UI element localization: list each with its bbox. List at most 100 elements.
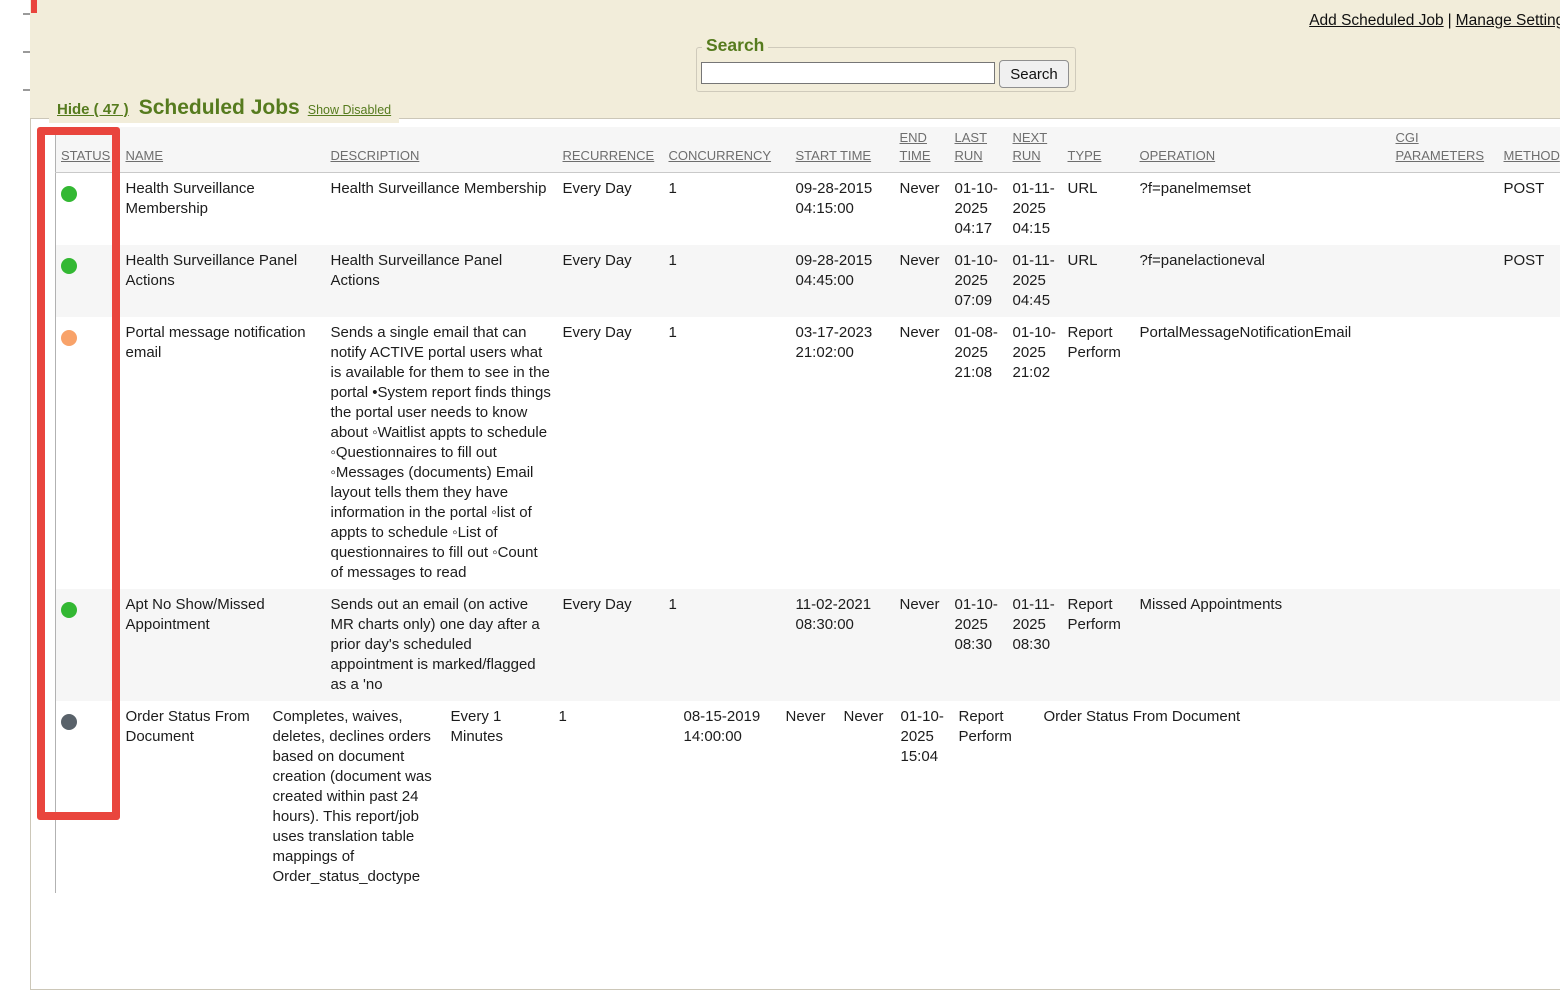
- cell-end_time: Never: [895, 173, 950, 246]
- col-header-status[interactable]: STATUS: [61, 148, 110, 163]
- col-header-operation[interactable]: OPERATION: [1140, 148, 1216, 163]
- cell-start_time: 09-28-2015 04:45:00: [791, 245, 895, 317]
- col-header-type[interactable]: TYPE: [1068, 148, 1102, 163]
- ruler-tick: [23, 89, 30, 91]
- cell-description: Sends out an email (on active MR charts …: [326, 589, 558, 701]
- cell-cgi_parameters: [1391, 589, 1499, 701]
- cell-concurrency: 1: [664, 245, 791, 317]
- col-header-last_run[interactable]: LAST RUN: [955, 130, 988, 163]
- status-dot-gray: [61, 714, 77, 730]
- cell-status: [56, 173, 121, 246]
- manage-settings-link[interactable]: Manage Settings: [1456, 12, 1560, 29]
- cell-recurrence: Every Day: [558, 245, 664, 317]
- cell-start_time: 08-15-2019 14:00:00: [679, 701, 781, 893]
- cell-start_time: 09-28-2015 04:15:00: [791, 173, 895, 246]
- annotation-top-mark: [31, 0, 37, 13]
- search-legend: Search: [702, 35, 768, 56]
- cell-method: POST: [1499, 245, 1560, 317]
- cell-description: Health Surveillance Membership: [326, 173, 558, 246]
- cell-status: [56, 589, 121, 701]
- cell-start_time: 03-17-2023 21:02:00: [791, 317, 895, 589]
- scheduled-jobs-panel: Hide ( 47 ) Scheduled Jobs Show Disabled…: [30, 118, 1560, 990]
- col-header-start_time[interactable]: START TIME: [796, 148, 872, 163]
- cell-end_time: Never: [895, 245, 950, 317]
- cell-concurrency: 1: [664, 317, 791, 589]
- cell-cgi_parameters: [1391, 317, 1499, 589]
- cell-operation: PortalMessageNotificationEmail: [1135, 317, 1391, 589]
- cell-method: [1499, 589, 1560, 701]
- cell-name: Health Surveillance Membership: [121, 173, 326, 246]
- table-row[interactable]: Apt No Show/Missed AppointmentSends out …: [56, 589, 1560, 701]
- search-button[interactable]: Search: [999, 60, 1069, 88]
- col-header-next_run[interactable]: NEXT RUN: [1013, 130, 1048, 163]
- cell-concurrency: 1: [664, 173, 791, 246]
- table-row[interactable]: Portal message notification emailSends a…: [56, 317, 1560, 589]
- status-dot-green: [61, 258, 77, 274]
- cell-last_run: 01-10-2025 07:09: [950, 245, 1008, 317]
- cell-name: Health Surveillance Panel Actions: [121, 245, 326, 317]
- col-header-method[interactable]: METHOD: [1504, 148, 1560, 163]
- table-header-row: STATUS NAME DESCRIPTION RECURRENCE CONCURREN…: [56, 127, 1560, 173]
- cell-operation: Order Status From Document: [1039, 701, 1514, 893]
- ruler-tick: [23, 13, 30, 15]
- cell-end_time: Never: [781, 701, 839, 893]
- cell-name: Portal message notification email: [121, 317, 326, 589]
- cell-recurrence: Every 1 Minutes: [446, 701, 554, 893]
- col-header-concurrency[interactable]: CONCURRENCY: [669, 148, 772, 163]
- cell-method: POST: [1499, 173, 1560, 246]
- cell-operation: ?f=panelactioneval: [1135, 245, 1391, 317]
- cell-name: Order Status From Document: [121, 701, 268, 893]
- status-dot-green: [61, 186, 77, 202]
- cell-last_run: 01-10-2025 04:17: [950, 173, 1008, 246]
- cell-type: Report Perform: [1063, 589, 1135, 701]
- cell-method: [1499, 317, 1560, 589]
- cell-name: Apt No Show/Missed Appointment: [121, 589, 326, 701]
- cell-end_time: Never: [895, 589, 950, 701]
- cell-cgi_parameters: [1391, 245, 1499, 317]
- col-header-description[interactable]: DESCRIPTION: [331, 148, 420, 163]
- cell-last_run: 01-10-2025 08:30: [950, 589, 1008, 701]
- cell-status: [56, 701, 121, 893]
- cell-concurrency: 1: [664, 589, 791, 701]
- cell-next_run: 01-11-2025 04:45: [1008, 245, 1063, 317]
- search-input[interactable]: [701, 62, 995, 84]
- cell-description: Health Surveillance Panel Actions: [326, 245, 558, 317]
- cell-type: Report Perform: [1063, 317, 1135, 589]
- link-separator: |: [1448, 12, 1452, 29]
- cell-next_run: 01-10-2025 15:04: [896, 701, 954, 893]
- cell-status: [56, 245, 121, 317]
- cell-end_time: Never: [895, 317, 950, 589]
- cell-recurrence: Every Day: [558, 589, 664, 701]
- table-row[interactable]: Order Status From DocumentCompletes, wai…: [56, 701, 1514, 893]
- cell-next_run: 01-11-2025 08:30: [1008, 589, 1063, 701]
- cell-next_run: 01-11-2025 04:15: [1008, 173, 1063, 246]
- cell-start_time: 11-02-2021 08:30:00: [791, 589, 895, 701]
- cell-last_run: 01-08-2025 21:08: [950, 317, 1008, 589]
- cell-operation: Missed Appointments: [1135, 589, 1391, 701]
- col-header-end_time[interactable]: END TIME: [900, 130, 931, 163]
- cell-type: URL: [1063, 173, 1135, 246]
- cell-description: Completes, waives, deletes, declines ord…: [268, 701, 446, 893]
- status-dot-green: [61, 602, 77, 618]
- cell-cgi_parameters: [1391, 173, 1499, 246]
- topbar-links: Add Scheduled Job |Manage Settings: [1309, 12, 1560, 30]
- table-row[interactable]: Health Surveillance Panel ActionsHealth …: [56, 245, 1560, 317]
- cell-description: Sends a single email that can notify ACT…: [326, 317, 558, 589]
- col-header-cgi_parameters[interactable]: CGI PARAMETERS: [1396, 130, 1485, 163]
- scheduled-jobs-table: STATUS NAME DESCRIPTION RECURRENCE CONCURREN…: [55, 127, 1560, 701]
- cell-last_run: Never: [839, 701, 896, 893]
- cell-recurrence: Every Day: [558, 317, 664, 589]
- col-header-name[interactable]: NAME: [126, 148, 164, 163]
- ruler-tick: [23, 51, 30, 53]
- cell-status: [56, 317, 121, 589]
- scheduled-jobs-table-secondary: Order Status From DocumentCompletes, wai…: [55, 701, 1514, 893]
- table-row[interactable]: Health Surveillance MembershipHealth Sur…: [56, 173, 1560, 246]
- add-scheduled-job-link[interactable]: Add Scheduled Job: [1309, 12, 1443, 29]
- cell-recurrence: Every Day: [558, 173, 664, 246]
- cell-operation: ?f=panelmemset: [1135, 173, 1391, 246]
- col-header-recurrence[interactable]: RECURRENCE: [563, 148, 655, 163]
- page-title: Scheduled Jobs: [139, 96, 300, 120]
- show-disabled-link[interactable]: Show Disabled: [308, 103, 391, 117]
- hide-link[interactable]: Hide ( 47 ): [57, 101, 129, 118]
- cell-concurrency: 1: [554, 701, 679, 893]
